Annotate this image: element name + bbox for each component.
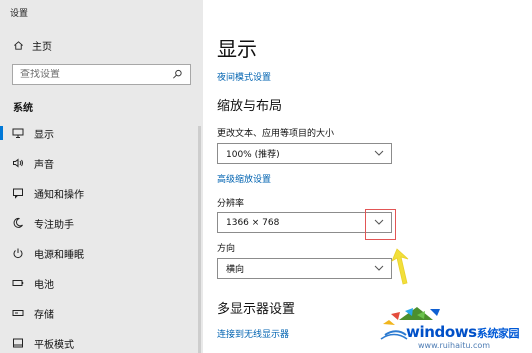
sidebar-nav-list: 显示 声音 通知和操作 专注助手 电源和睡眠 电池 存储 平板模式 (0, 118, 203, 353)
scale-layout-title: 缩放与布局 (217, 99, 283, 114)
sidebar: 设置 主页 系统 (0, 0, 203, 353)
power-icon (12, 247, 24, 259)
advanced-scaling-link[interactable]: 高级缩放设置 (217, 172, 271, 185)
monitor-icon (12, 127, 24, 139)
sidebar-item-sound[interactable]: 声音 (0, 148, 203, 178)
watermark-brand-text: windows系统家园 (406, 323, 520, 341)
sidebar-section-title: 系统 (13, 103, 33, 114)
night-mode-settings-link[interactable]: 夜间模式设置 (217, 70, 271, 83)
wireless-display-link[interactable]: 连接到无线显示器 (217, 327, 289, 340)
sidebar-item-tablet-mode[interactable]: 平板模式 (0, 328, 203, 353)
resolution-dropdown-value: 1366 × 768 (226, 217, 280, 228)
home-label: 主页 (32, 42, 52, 53)
sidebar-item-notifications[interactable]: 通知和操作 (0, 178, 203, 208)
message-icon (12, 187, 24, 199)
home-icon (12, 40, 24, 52)
tablet-icon (12, 337, 24, 349)
scale-dropdown-value: 100% (推荐) (226, 150, 280, 160)
sidebar-item-display[interactable]: 显示 (0, 118, 203, 148)
battery-icon (12, 277, 24, 289)
sidebar-item-label: 电源和睡眠 (34, 249, 84, 261)
chevron-down-icon (374, 149, 384, 159)
sidebar-item-label: 通知和操作 (34, 189, 84, 201)
sidebar-item-power-sleep[interactable]: 电源和睡眠 (0, 238, 203, 268)
page-title: 显示 (217, 37, 257, 61)
sidebar-item-label: 声音 (34, 159, 54, 171)
settings-window: 设置 主页 系统 (0, 0, 532, 353)
watermark-site: www.ruihaitu.com (418, 341, 491, 350)
sidebar-item-label: 存储 (34, 309, 54, 321)
storage-icon (12, 307, 24, 319)
sidebar-item-battery[interactable]: 电池 (0, 268, 203, 298)
orientation-dropdown[interactable]: 横向 (217, 258, 392, 279)
sidebar-item-focus-assist[interactable]: 专注助手 (0, 208, 203, 238)
scale-dropdown[interactable]: 100% (推荐) (217, 143, 392, 164)
sidebar-item-label: 显示 (34, 129, 54, 141)
chevron-down-icon (374, 264, 384, 274)
sidebar-item-label: 平板模式 (34, 339, 74, 351)
moon-icon (12, 217, 24, 229)
arrow-up-annotation (391, 248, 409, 285)
scale-label: 更改文本、应用等项目的大小 (217, 129, 335, 139)
home-nav-item[interactable]: 主页 (12, 38, 52, 53)
watermark-logo: windows系统家园 www.ruihaitu.com (371, 292, 532, 353)
sidebar-item-storage[interactable]: 存储 (0, 298, 203, 328)
sidebar-item-label: 专注助手 (34, 219, 74, 231)
sidebar-item-label: 电池 (34, 279, 54, 291)
search-box[interactable] (12, 64, 191, 85)
multi-display-title: 多显示器设置 (217, 302, 296, 317)
orientation-dropdown-value: 横向 (226, 265, 245, 275)
sidebar-scrollbar-thumb[interactable] (198, 126, 201, 353)
app-title: 设置 (10, 9, 29, 19)
orientation-label: 方向 (217, 244, 236, 254)
search-input[interactable] (20, 69, 160, 80)
resolution-highlight-box (365, 209, 396, 240)
resolution-label: 分辨率 (217, 199, 245, 209)
search-icon[interactable] (172, 65, 183, 84)
speaker-icon (12, 157, 24, 169)
